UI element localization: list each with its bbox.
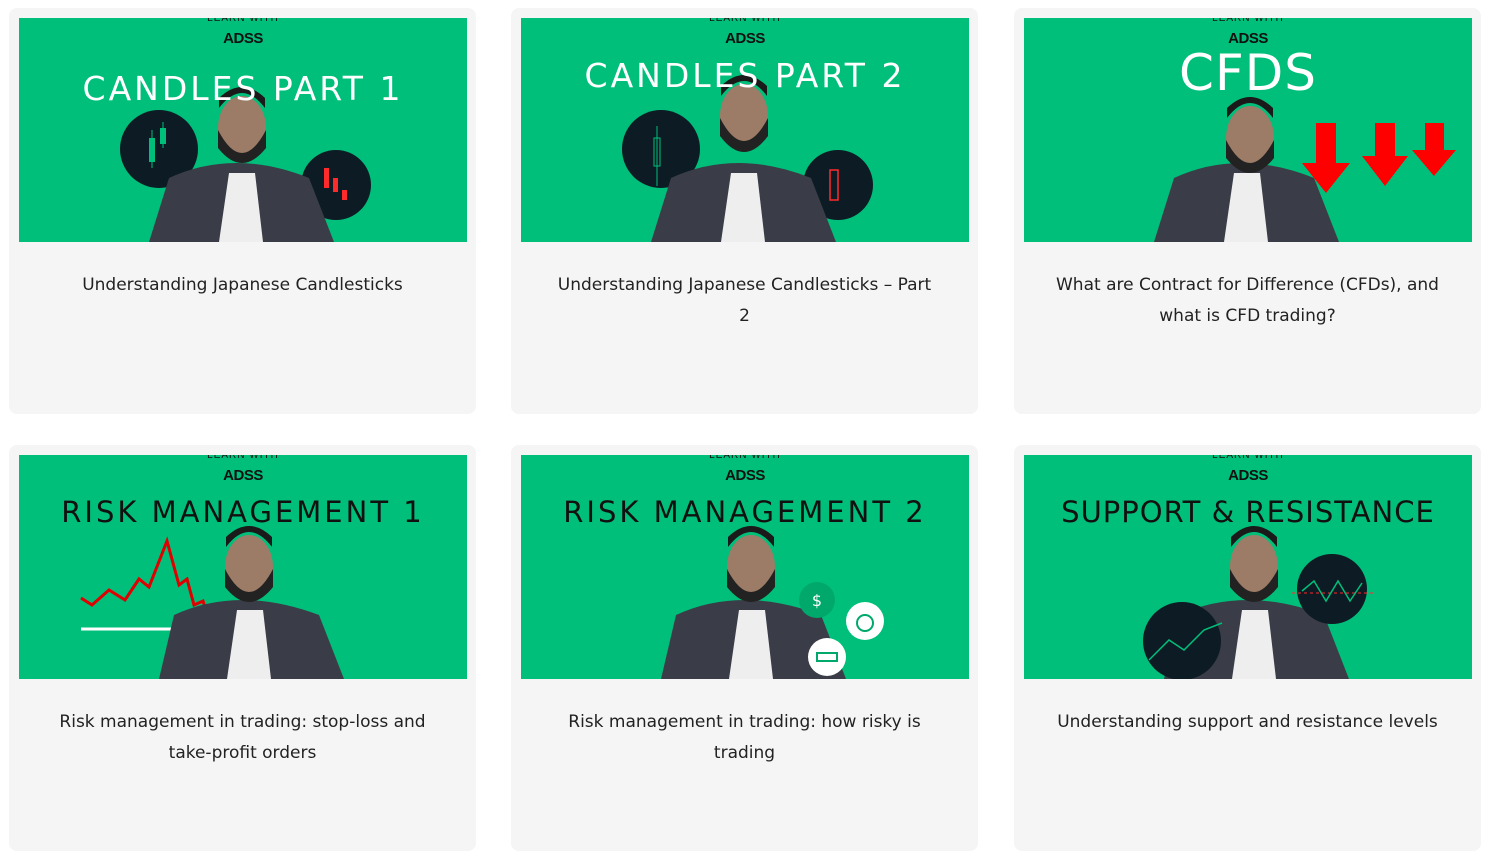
video-caption[interactable]: Risk management in trading: stop-loss an… [49,707,436,769]
presenter-illustration [1143,526,1374,679]
video-caption[interactable]: Risk management in trading: how risky is… [551,707,938,769]
adss-logo: LEARN WITH ADSS [19,455,467,484]
video-thumbnail[interactable]: LEARN WITH ADSS SUPPORT & RESISTANCE [1024,455,1472,679]
brand-logo-text: ADSS [725,467,765,484]
thumbnail-title: CANDLES PART 1 [82,69,404,108]
thumbnail-title: RISK MANAGEMENT 1 [61,495,425,529]
video-caption[interactable]: Understanding Japanese Candlesticks [49,270,436,301]
video-thumbnail[interactable]: LEARN WITH ADSS CANDLES PART 2 [521,18,969,242]
video-card[interactable]: LEARN WITH ADSS RISK MANAGEMENT 1 Risk m… [9,445,476,851]
thumbnail-title: RISK MANAGEMENT 2 [563,495,927,529]
support-chart-icon [1143,602,1221,679]
video-thumbnail[interactable]: LEARN WITH ADSS CANDLES PART 1 [19,18,467,242]
gold-bars-icon [808,638,846,676]
presenter-illustration [120,87,371,242]
presenter-illustration [80,526,344,679]
brand-tagline: LEARN WITH [709,18,781,24]
brand-tagline: LEARN WITH [709,455,781,461]
brand-logo-text: ADSS [223,30,263,47]
adss-logo: LEARN WITH ADSS [19,18,467,47]
video-card[interactable]: LEARN WITH ADSS CANDLES PART 2 Understan… [511,8,978,414]
brand-tagline: LEARN WITH [207,455,279,461]
adss-logo: LEARN WITH ADSS [1024,18,1472,47]
down-arrow-icon [1412,123,1456,176]
video-caption[interactable]: Understanding Japanese Candlesticks – Pa… [551,270,938,332]
thumbnail-title: CANDLES PART 2 [584,56,906,95]
video-card[interactable]: LEARN WITH ADSS CANDLES PART 1 Understan… [9,8,476,414]
presenter-illustration: $ [661,526,884,679]
down-arrow-icon [1362,123,1408,186]
video-card[interactable]: $ LEARN WITH ADSS RISK MANAGEMENT 2 Risk… [511,445,978,851]
brand-logo-text: ADSS [223,467,263,484]
video-thumbnail[interactable]: LEARN WITH ADSS CFDS [1024,18,1472,242]
video-card[interactable]: LEARN WITH ADSS CFDS What are Contract f… [1014,8,1481,414]
resistance-chart-icon [1297,554,1367,624]
brand-logo-text: ADSS [725,30,765,47]
apple-stock-icon [846,602,884,640]
video-card[interactable]: LEARN WITH ADSS SUPPORT & RESISTANCE Und… [1014,445,1481,851]
video-caption[interactable]: What are Contract for Difference (CFDs),… [1054,270,1441,332]
presenter-illustration [622,75,873,242]
thumbnail-title: CFDS [1179,44,1317,102]
adss-logo: LEARN WITH ADSS [521,18,969,47]
brand-tagline: LEARN WITH [1212,18,1284,24]
video-thumbnail[interactable]: LEARN WITH ADSS RISK MANAGEMENT 1 [19,455,467,679]
thumbnail-title: SUPPORT & RESISTANCE [1061,495,1435,529]
brand-logo-text: ADSS [1228,467,1268,484]
adss-logo: LEARN WITH ADSS [521,455,969,484]
brand-tagline: LEARN WITH [207,18,279,24]
brand-tagline: LEARN WITH [1212,455,1284,461]
svg-text:$: $ [812,591,822,610]
video-caption[interactable]: Understanding support and resistance lev… [1054,707,1441,738]
adss-logo: LEARN WITH ADSS [1024,455,1472,484]
video-thumbnail[interactable]: $ LEARN WITH ADSS RISK MANAGEMENT 2 [521,455,969,679]
